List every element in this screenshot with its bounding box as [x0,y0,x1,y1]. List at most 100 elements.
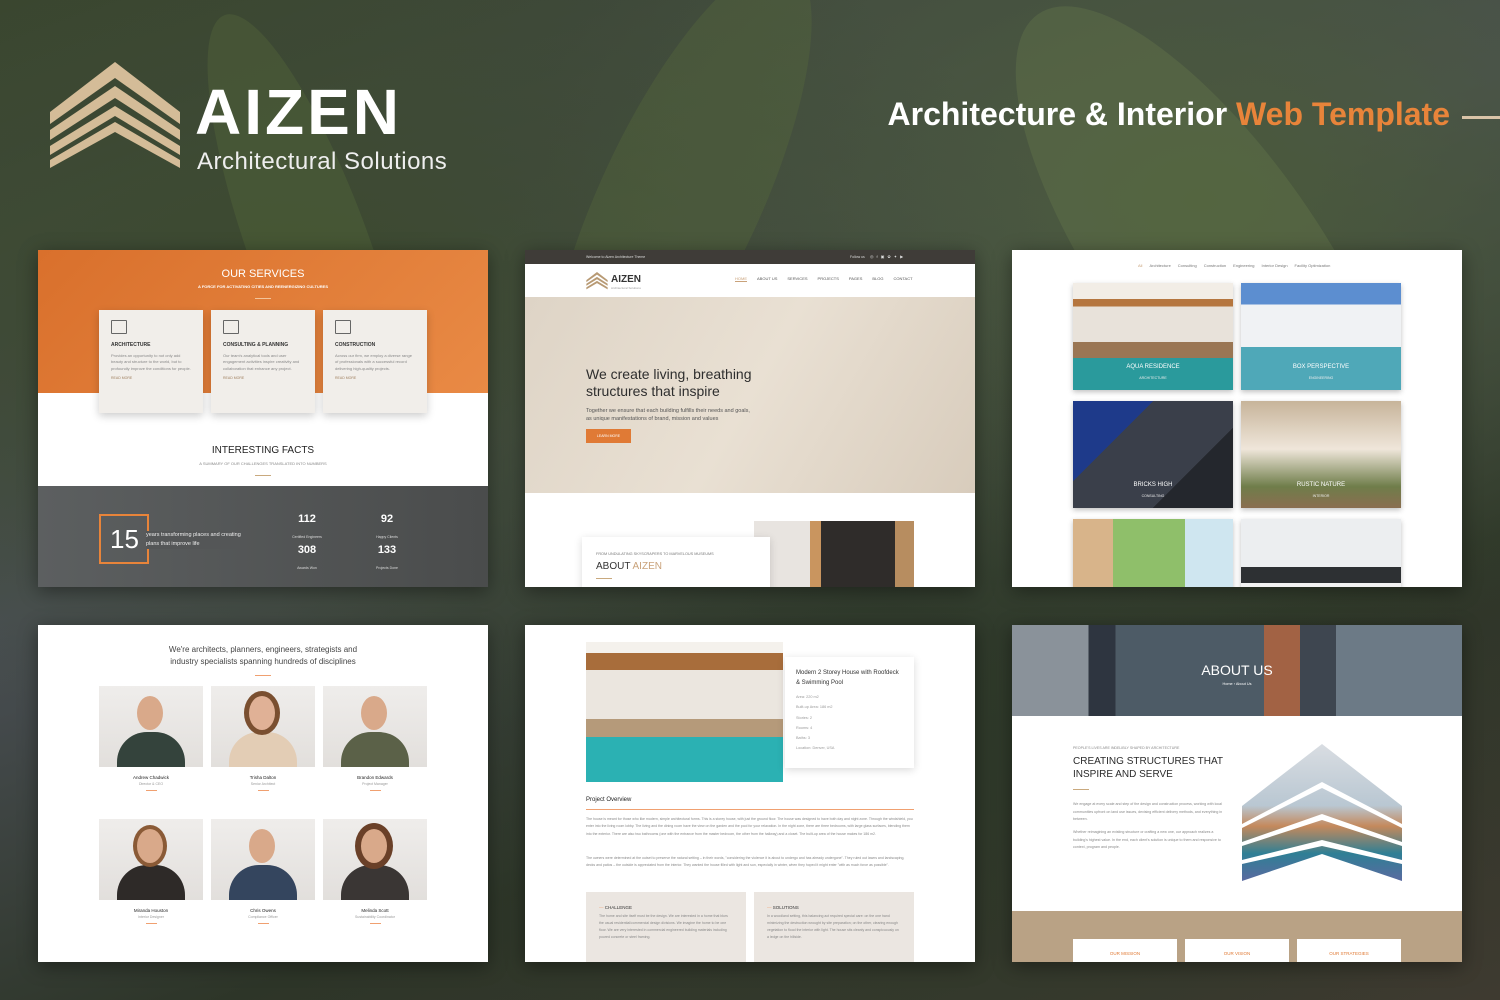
team-member[interactable]: Brandon Edwards Project Manager [323,686,427,791]
service-card[interactable]: ARCHITECTURE Provides an opportunity to n… [99,310,203,413]
service-title: ARCHITECTURE [111,342,151,348]
service-card[interactable]: CONSULTING & PLANNING Our team's analytic… [211,310,315,413]
headline-white: Architecture & Interior [887,96,1228,132]
strategies-box[interactable]: OUR STRATEGIES [1297,939,1401,962]
vision-box[interactable]: OUR VISION [1185,939,1289,962]
headline: Architecture & Interior Web Template [888,96,1450,133]
overview-paragraph: The house is meant for those who like mo… [586,817,913,836]
hero-title: We create living, breathing structures t… [586,366,752,399]
filter-item[interactable]: Engineering [1233,263,1254,268]
stat: 308 Awards Won [297,544,317,570]
service-text: Provides an opportunity to not only add … [111,353,191,371]
top-bar: Welcome to Aizen Architecture Theme Foll… [525,250,975,264]
main-nav: HOME ABOUT US SERVICES PROJECTS PAGES BL… [725,276,913,282]
learn-more-button[interactable]: LEARN MORE [586,429,631,443]
read-more-link[interactable]: READ MORE [111,376,191,380]
breadcrumb-current: About Us [1235,682,1252,686]
building-icon [111,320,127,334]
filter-all[interactable]: All [1138,263,1142,268]
team-heading: We're architects, planners, engineers, s… [168,645,358,666]
mission-box[interactable]: OUR MISSION [1073,939,1177,962]
hero-text: Together we ensure that each building fu… [586,408,750,423]
about-heading: CREATING STRUCTURES THAT INSPIRE AND SER… [1073,756,1223,780]
filter-item[interactable]: Architecture [1149,263,1170,268]
about-kicker: FROM UNDULATING SKYSCRAPERS TO MARVELOUS… [596,552,714,556]
house-shaped-image [1242,744,1402,881]
office-image [754,521,914,587]
breadcrumb: Home › About Us [1222,682,1252,686]
years-value: 15 [110,524,139,554]
overview-paragraph: The owners were determined at the outset… [586,856,905,868]
service-text: Across our firm, we employ a diverse ran… [335,353,412,371]
aizen-logo-icon[interactable] [586,272,608,290]
welcome-text: Welcome to Aizen Architecture Theme [586,255,646,259]
brand-name: AIZEN [195,76,402,148]
filter-item[interactable]: Facility Optimization [1295,263,1331,268]
nav-contact[interactable]: CONTACT [894,276,913,282]
divider [255,298,271,299]
challenge-box: — CHALLENGE The home and site itself mus… [586,892,746,962]
project-card[interactable]: BRICKS HIGH CONSULTING [1073,401,1233,508]
about-paragraph: We engage at every scale and step of the… [1073,802,1223,822]
years-text: years transforming places and creating p… [146,531,241,549]
project-card[interactable] [1073,519,1233,587]
read-more-link[interactable]: READ MORE [223,376,303,380]
breadcrumb-home[interactable]: Home [1223,682,1233,686]
filter-bar: All Architecture Consulting Construction… [1138,263,1330,268]
service-title: CONSULTING & PLANNING [223,342,289,348]
facts-title: INTERESTING FACTS [211,445,315,456]
team-panel: We're architects, planners, engineers, s… [38,625,488,962]
project-card[interactable]: AQUA RESIDENCE ARCHITECTURE [1073,283,1233,390]
service-text: Our team's analytical tools and user eng… [223,353,300,371]
brand-tagline: Architectural Solutions [197,148,448,175]
about-title: ABOUT AIZEN [596,561,662,572]
nav-pages[interactable]: PAGES [849,276,863,282]
nav-services[interactable]: SERVICES [787,276,807,282]
headline-accent: Web Template [1236,96,1450,132]
project-card[interactable] [1241,519,1401,587]
team-member[interactable]: Miranda Houston Interior Designer [99,819,203,924]
services-title: OUR SERVICES [221,268,305,280]
project-card[interactable]: RUSTIC NATURE INTERIOR [1241,401,1401,508]
project-spec-card: Modern 2 Storey House with Roofdeck & Sw… [785,657,914,768]
divider [596,578,612,579]
about-kicker: PEOPLE'S LIVES ARE INDELIBLY SHAPED BY A… [1073,746,1180,750]
portfolio-panel: All Architecture Consulting Construction… [1012,250,1462,587]
nav-blog[interactable]: BLOG [872,276,883,282]
read-more-link[interactable]: READ MORE [335,376,415,380]
overview-divider [586,809,914,810]
aizen-logo-icon [50,62,180,168]
team-member[interactable]: Andrew Chadwick Director & CEO [99,686,203,791]
team-member[interactable]: Melinda Scott Sustainability Coordinator [323,819,427,924]
team-member[interactable]: Trisha Dalton Senior Architect [211,686,315,791]
logo-name: AIZEN [611,274,641,285]
service-card[interactable]: CONSTRUCTION Across our firm, we employ a… [323,310,427,413]
divider [1073,789,1089,790]
logo-sub: Architectural Solutions [611,286,641,290]
about-title: ABOUT US [1201,662,1273,678]
nav-about[interactable]: ABOUT US [757,276,777,282]
solutions-box: — SOLUTIONS In a woodland setting, this … [754,892,914,962]
project-detail-panel: Modern 2 Storey House with Roofdeck & Sw… [525,625,975,962]
about-paragraph: Whether reimagining an existing structur… [1073,830,1221,850]
stat: 92 Happy Clients [376,513,398,539]
divider [255,675,271,676]
set-square-icon [223,320,239,334]
nav-home[interactable]: HOME [735,276,747,282]
facts-subtitle: A SUMMARY OF OUR CHALLENGES TRANSLATED I… [199,461,327,466]
project-title: Modern 2 Storey House with Roofdeck & Sw… [796,670,899,686]
stat: 133 Projects Done [376,544,398,570]
filter-item[interactable]: Consulting [1178,263,1197,268]
social-icons[interactable]: ◎f▣✿✦▶ [870,254,906,259]
team-member[interactable]: Chris Owens Compliance Officer [211,819,315,924]
about-panel: ABOUT US Home › About Us PEOPLE'S LIVES … [1012,625,1462,962]
project-card[interactable]: BOX PERSPECTIVE ENGINEERING [1241,283,1401,390]
services-subtitle: A FORCE FOR ACTIVATING CITIES AND REENER… [198,284,328,289]
stat: 112 Certified Engineers [292,513,322,539]
filter-item[interactable]: Construction [1204,263,1226,268]
overview-title: Project Overview [586,797,632,803]
spec-list: Area: 220 m2 Built-up Area: 186 m2 Stories… [796,695,835,751]
filter-item[interactable]: Interior Design [1262,263,1288,268]
services-panel: OUR SERVICES A FORCE FOR ACTIVATING CITI… [38,250,488,587]
nav-projects[interactable]: PROJECTS [818,276,839,282]
